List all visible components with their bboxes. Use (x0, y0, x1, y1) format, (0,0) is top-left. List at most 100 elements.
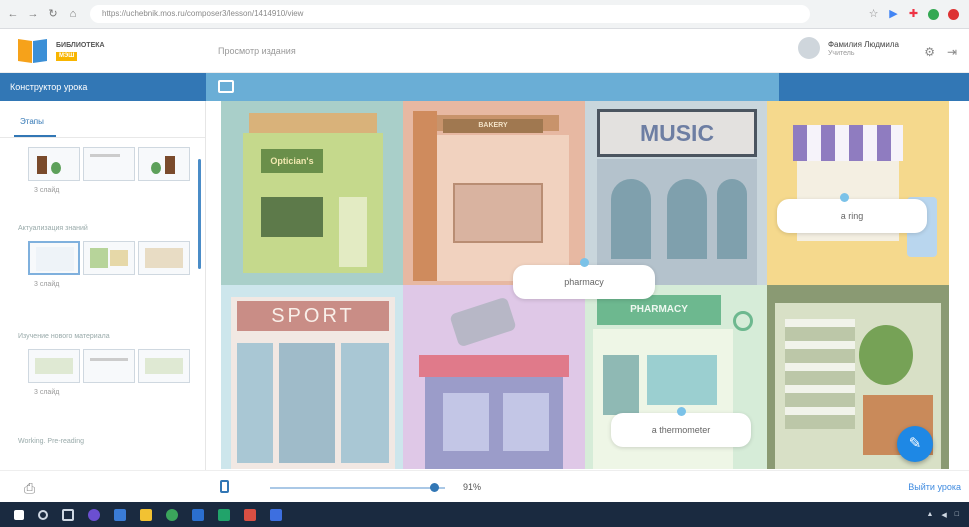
shop-sign: Optician's (261, 149, 323, 173)
back-icon[interactable]: ← (6, 7, 20, 21)
word-card[interactable]: a ring (777, 199, 927, 233)
shop-sign: SPORT (237, 301, 389, 331)
user-menu[interactable]: Фамилия Людмила Учитель (797, 37, 899, 59)
shop-tile-sport[interactable]: SPORT (221, 285, 403, 469)
edit-check-icon: ✎ (908, 435, 922, 452)
slide-thumbnail[interactable] (138, 349, 190, 383)
stage-item[interactable]: Актуализация знаний 3 слайд (10, 225, 195, 288)
cast-icon[interactable]: ▶ (888, 8, 899, 20)
zoom-slider[interactable] (270, 487, 445, 489)
zoom-value: 91% (463, 482, 482, 492)
avatar[interactable] (797, 37, 820, 59)
extension-icon[interactable]: ✚ (908, 8, 919, 20)
app-icon[interactable] (270, 508, 282, 521)
stage-title: Актуализация знаний (18, 225, 88, 232)
constructor-title: Конструктор урока (10, 82, 88, 92)
shop-tile-music[interactable]: MUSIC (585, 101, 767, 285)
notification-icon[interactable]: □ (955, 511, 959, 518)
window-shape (647, 355, 717, 405)
shop-tile-jewelry[interactable] (767, 101, 949, 285)
app-icon[interactable] (88, 508, 100, 521)
window-shape (261, 197, 323, 237)
slide-thumbnail[interactable] (28, 147, 80, 181)
stage-title: Изучение нового материала (18, 333, 110, 340)
anchor-dot[interactable] (677, 407, 686, 416)
cross-sign-icon (733, 311, 753, 331)
sidebar-divider (0, 137, 205, 138)
slide-thumbnail[interactable] (28, 349, 80, 383)
slide-thumbnail[interactable] (138, 147, 190, 181)
toolbar-right-segment (779, 73, 969, 101)
app-icon[interactable] (244, 508, 256, 521)
shelves-shape (785, 319, 855, 429)
task-view-icon[interactable] (62, 508, 74, 521)
home-icon[interactable]: ⌂ (66, 7, 80, 21)
page-title: Просмотр издания (218, 46, 296, 56)
word-card[interactable]: a thermometer (611, 413, 751, 447)
door-shape (279, 343, 335, 463)
address-bar[interactable]: https://uchebnik.mos.ru/composer3/lesson… (90, 5, 810, 23)
shop-tile-opticians[interactable]: Optician's (221, 101, 403, 285)
roof-decor (249, 113, 377, 133)
stage-item[interactable]: Working. Pre-reading (10, 438, 195, 448)
logo-text: БИБЛИОТЕКА МЭШ (56, 41, 105, 61)
slide-thumbnail[interactable] (83, 147, 135, 181)
volume-icon[interactable]: ◀ (941, 511, 946, 519)
app-icon[interactable] (192, 508, 204, 521)
zoom-slider-handle[interactable] (430, 483, 439, 492)
shop-sign: PHARMACY (597, 295, 721, 325)
profile-icon[interactable] (928, 8, 939, 20)
lesson-stages-sidebar: Этапы 3 слайд Актуализация знаний 3 слай… (0, 101, 206, 470)
stage-item[interactable]: 3 слайд (10, 141, 195, 194)
page-icon[interactable] (220, 480, 229, 493)
menu-icon[interactable] (948, 8, 959, 20)
door-shape (339, 197, 367, 267)
slide-thumbnail[interactable] (83, 349, 135, 383)
forward-icon[interactable]: → (26, 7, 40, 21)
slide-thumbnail[interactable] (138, 241, 190, 275)
window-shape (453, 183, 543, 243)
shop-sign: MUSIC (597, 109, 757, 157)
gear-icon[interactable]: ⚙ (924, 45, 935, 59)
user-role: Учитель (827, 49, 855, 57)
window-shape (341, 343, 389, 463)
chimney-shape (413, 111, 437, 281)
print-icon[interactable]: ⎙ (24, 480, 35, 497)
anchor-dot[interactable] (580, 258, 589, 267)
awning-shape (793, 125, 903, 161)
window-shape (443, 393, 489, 451)
sidebar-scrollbar[interactable] (198, 159, 201, 269)
folder-icon[interactable] (140, 508, 152, 521)
reload-icon[interactable]: ↻ (46, 7, 60, 21)
windows-start-icon[interactable] (14, 509, 24, 520)
grocer-shape (859, 325, 913, 385)
shop-tile-bakery[interactable]: BAKERY (403, 101, 585, 285)
logout-icon[interactable]: ⇥ (947, 45, 957, 59)
app-header: БИБЛИОТЕКА МЭШ Просмотр издания Фамилия … (0, 29, 969, 73)
chrome-icon[interactable] (166, 508, 178, 521)
stage-item[interactable]: Изучение нового материала 3 слайд (10, 333, 195, 396)
exit-lesson-link[interactable]: Выйти урока (908, 482, 961, 492)
window-shape (611, 179, 651, 259)
library-logo-icon[interactable] (18, 38, 48, 64)
bookmark-icon[interactable]: ☆ (868, 8, 879, 20)
slide-thumbnail[interactable] (83, 241, 135, 275)
slide-canvas: Optician's BAKERY MUSIC SPORT PHARMACY p… (221, 101, 949, 470)
user-name: Фамилия Людмила (827, 39, 899, 49)
toolbar-bar: Конструктор урока (0, 73, 969, 101)
network-icon[interactable]: ▲ (926, 511, 933, 518)
system-tray[interactable]: ▲ ◀ □ (926, 511, 959, 519)
browser-toolbar: ← → ↻ ⌂ https://uchebnik.mos.ru/composer… (0, 0, 969, 29)
check-button[interactable]: ✎ (897, 426, 933, 462)
app-icon[interactable] (218, 508, 230, 521)
tab-stages[interactable]: Этапы (14, 109, 56, 137)
word-card[interactable]: pharmacy (513, 265, 655, 299)
shop-tile-electronics[interactable] (403, 285, 585, 469)
slide-thumbnail[interactable] (28, 241, 80, 275)
stage-title: Working. Pre-reading (18, 438, 85, 445)
anchor-dot[interactable] (840, 193, 849, 202)
fullscreen-icon[interactable] (218, 80, 234, 93)
search-icon[interactable] (38, 509, 48, 520)
window-shape (603, 355, 639, 415)
app-icon[interactable] (114, 508, 126, 521)
